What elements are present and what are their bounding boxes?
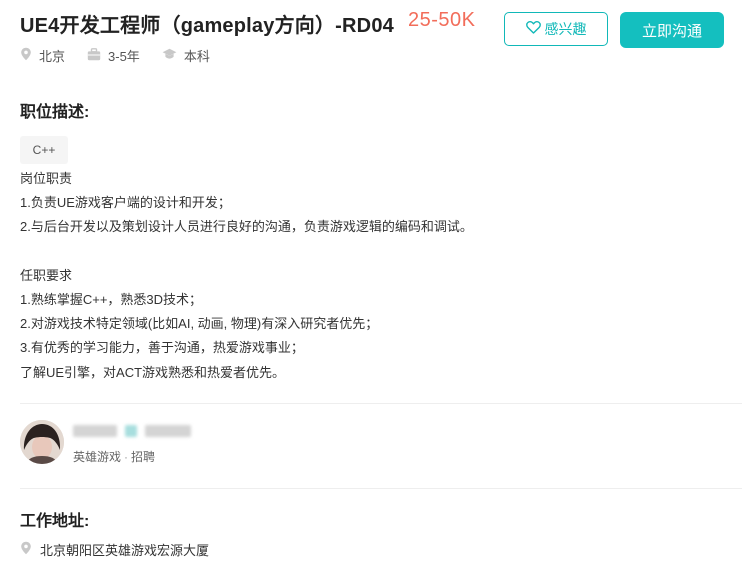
- blurred-name: [73, 425, 117, 437]
- job-title: UE4开发工程师（gameplay方向）-RD04: [20, 15, 394, 37]
- description-line: 了解UE引擎，对ACT游戏熟悉和热爱者优先。: [20, 364, 286, 380]
- section-divider: [20, 488, 742, 489]
- graduation-cap-icon: [162, 48, 184, 63]
- meta-education: 本科: [162, 46, 210, 65]
- job-description: 岗位职责 1.负责UE游戏客户端的设计和开发； 2.与后台开发以及策划设计人员进…: [20, 167, 740, 385]
- briefcase-icon: [87, 47, 108, 64]
- separator-dot: ·: [124, 450, 129, 464]
- description-line: 1.负责UE游戏客户端的设计和开发；: [20, 195, 231, 211]
- blurred-title: [145, 425, 191, 437]
- meta-experience: 3-5年: [87, 46, 140, 65]
- interest-button[interactable]: 感兴趣: [504, 12, 608, 46]
- section-divider: [20, 403, 742, 404]
- meta-city-text: 北京: [39, 49, 66, 64]
- meta-city: 北京: [20, 46, 65, 65]
- interest-button-label: 感兴趣: [544, 21, 587, 37]
- description-line: 1.熟练掌握C++，熟悉3D技术；: [20, 291, 203, 307]
- skill-tag: C++: [20, 136, 68, 164]
- recruiter-role: 招聘: [131, 450, 156, 464]
- description-line: 岗位职责: [20, 171, 73, 186]
- blurred-status-icon: [125, 425, 137, 437]
- work-address-text: 北京朝阳区英雄游戏宏源大厦: [40, 543, 210, 558]
- location-pin-icon: [20, 541, 40, 558]
- recruiter-company-name: 英雄游戏: [73, 450, 122, 464]
- recruiter-name-blurred: [73, 425, 199, 437]
- description-line: 任职要求: [20, 267, 73, 283]
- description-line: 2.与后台开发以及策划设计人员进行良好的沟通，负责游戏逻辑的编码和调试。: [20, 219, 473, 235]
- description-section-title: 职位描述:: [20, 104, 90, 121]
- work-address[interactable]: 北京朝阳区英雄游戏宏源大厦: [20, 540, 209, 559]
- work-address-section-title: 工作地址:: [20, 513, 90, 530]
- job-salary: 25-50K: [408, 9, 476, 31]
- recruiter-company: 英雄游戏 · 招聘: [73, 448, 155, 465]
- description-line: 3.有优秀的学习能力，善于沟通，热爱游戏事业；: [20, 340, 304, 356]
- description-line: [20, 240, 740, 264]
- recruiter-card[interactable]: 英雄游戏 · 招聘: [20, 420, 420, 470]
- meta-education-text: 本科: [183, 49, 210, 64]
- avatar[interactable]: [20, 420, 64, 464]
- chat-now-button[interactable]: 立即沟通: [620, 12, 724, 48]
- description-line: 2.对游戏技术特定领域(比如AI, 动画, 物理)有深入研究者优先；: [20, 316, 379, 332]
- heart-outline-icon: [525, 21, 545, 37]
- job-meta: 北京 3-5年 本科: [20, 46, 232, 65]
- meta-experience-text: 3-5年: [108, 49, 140, 64]
- location-pin-icon: [20, 47, 39, 64]
